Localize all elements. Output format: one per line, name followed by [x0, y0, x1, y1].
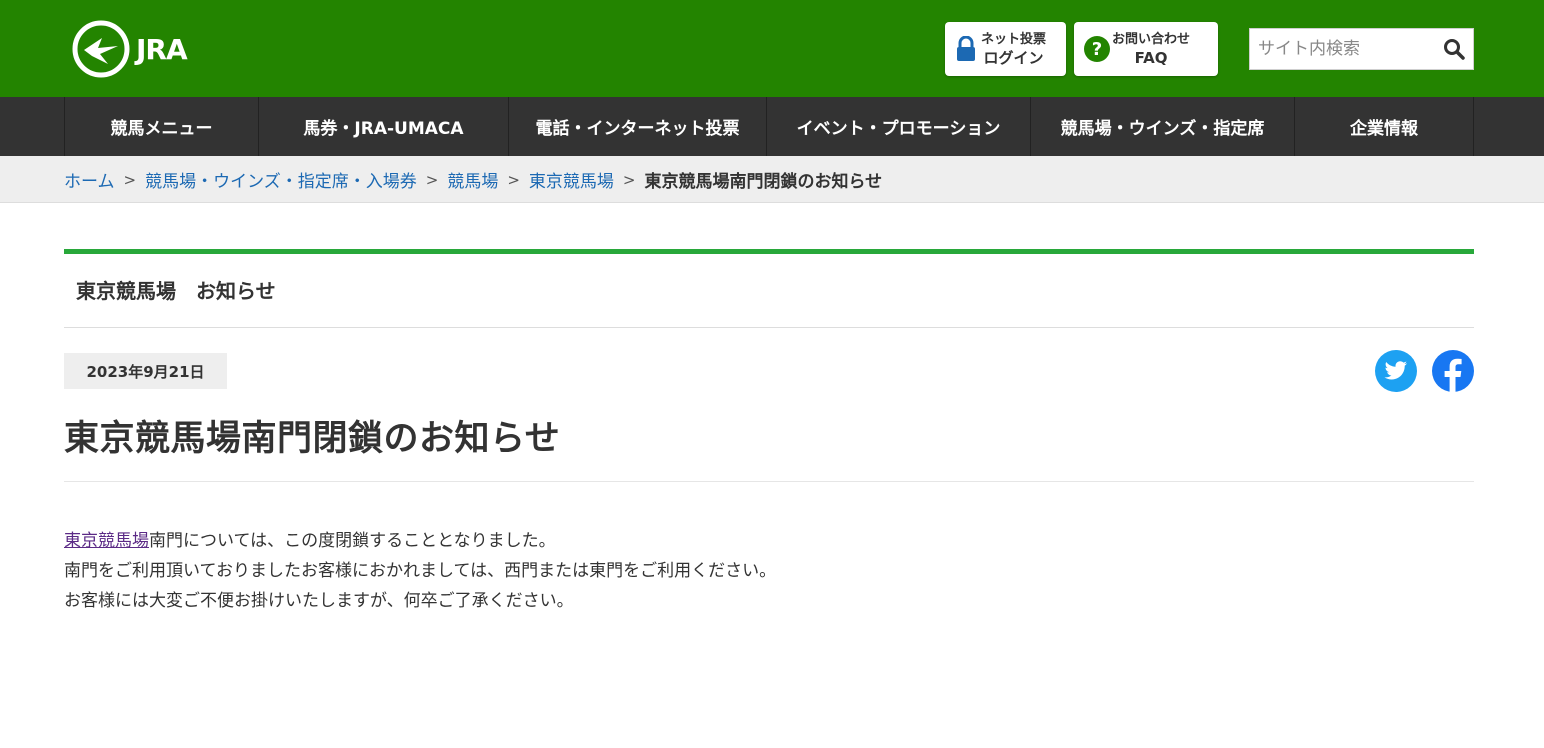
site-search: [1249, 28, 1474, 70]
breadcrumb-racecourse[interactable]: 競馬場: [447, 167, 498, 192]
section-title: 東京競馬場 お知らせ: [76, 279, 276, 303]
nav-racecourse-wins[interactable]: 競馬場・ウインズ・指定席: [1030, 97, 1294, 156]
nav-baken-umaca[interactable]: 馬券・JRA-UMACA: [258, 97, 508, 156]
contact-label: お問い合わせ: [1112, 32, 1191, 47]
breadcrumb-separator: >: [622, 170, 636, 189]
faq-button[interactable]: ? お問い合わせ FAQ: [1074, 22, 1218, 76]
body-line-1-text: 南門については、この度閉鎖することとなりました。: [149, 531, 556, 551]
login-label: ログイン: [983, 49, 1044, 67]
site-header: JRA ネット投票 ログイン ? お問い合わせ FAQ: [0, 0, 1544, 97]
breadcrumb-home[interactable]: ホーム: [64, 167, 115, 192]
net-vote-label: ネット投票: [981, 32, 1047, 47]
breadcrumb-tokyo-racecourse[interactable]: 東京競馬場: [529, 167, 614, 192]
svg-text:?: ?: [1092, 39, 1102, 60]
lock-icon: [951, 36, 981, 62]
net-vote-login-button[interactable]: ネット投票 ログイン: [945, 22, 1066, 76]
body-paragraph-2: 南門をご利用頂いておりましたお客様におかれましては、西門または東門をご利用くださ…: [64, 561, 777, 581]
facebook-icon: [1444, 358, 1462, 392]
question-circle-icon: ?: [1082, 35, 1112, 63]
breadcrumb-separator: >: [507, 170, 520, 189]
article-title: 東京競馬場南門閉鎖のお知らせ: [64, 419, 561, 459]
nav-keiba-menu[interactable]: 競馬メニュー: [64, 97, 258, 156]
jra-horse-logo-icon: [72, 20, 130, 78]
breadcrumb: ホーム > 競馬場・ウインズ・指定席・入場券 > 競馬場 > 東京競馬場 > 東…: [0, 156, 1544, 203]
twitter-icon: [1384, 361, 1407, 380]
logo-text: JRA: [136, 32, 188, 66]
breadcrumb-racecourse-wins[interactable]: 競馬場・ウインズ・指定席・入場券: [145, 167, 417, 192]
facebook-share-button[interactable]: [1432, 350, 1474, 392]
search-input[interactable]: [1250, 29, 1435, 69]
faq-label: FAQ: [1134, 49, 1168, 67]
search-icon[interactable]: [1435, 29, 1473, 69]
body-paragraph-3: お客様には大変ご不便お掛けいたしますが、何卒ご了承ください。: [64, 591, 574, 611]
breadcrumb-separator: >: [123, 170, 137, 189]
global-nav: 競馬メニュー 馬券・JRA-UMACA 電話・インターネット投票 イベント・プロ…: [0, 97, 1544, 156]
twitter-share-button[interactable]: [1375, 350, 1417, 392]
breadcrumb-separator: >: [425, 170, 439, 189]
divider: [64, 327, 1474, 328]
nav-phone-internet-vote[interactable]: 電話・インターネット投票: [508, 97, 766, 156]
body-paragraph-1: 東京競馬場南門については、この度閉鎖することとなりました。: [64, 526, 776, 556]
nav-event-promotion[interactable]: イベント・プロモーション: [766, 97, 1030, 156]
section-accent-bar: [64, 249, 1474, 254]
article-date: 2023年9月21日: [64, 353, 227, 389]
article-body: 東京競馬場南門については、この度閉鎖することとなりました。 南門をご利用頂いてお…: [64, 526, 776, 616]
nav-company-info[interactable]: 企業情報: [1294, 97, 1474, 156]
breadcrumb-current: 東京競馬場南門閉鎖のお知らせ: [644, 172, 883, 192]
divider: [64, 481, 1474, 482]
tokyo-racecourse-link[interactable]: 東京競馬場: [64, 531, 149, 551]
jra-logo[interactable]: JRA: [72, 20, 188, 78]
